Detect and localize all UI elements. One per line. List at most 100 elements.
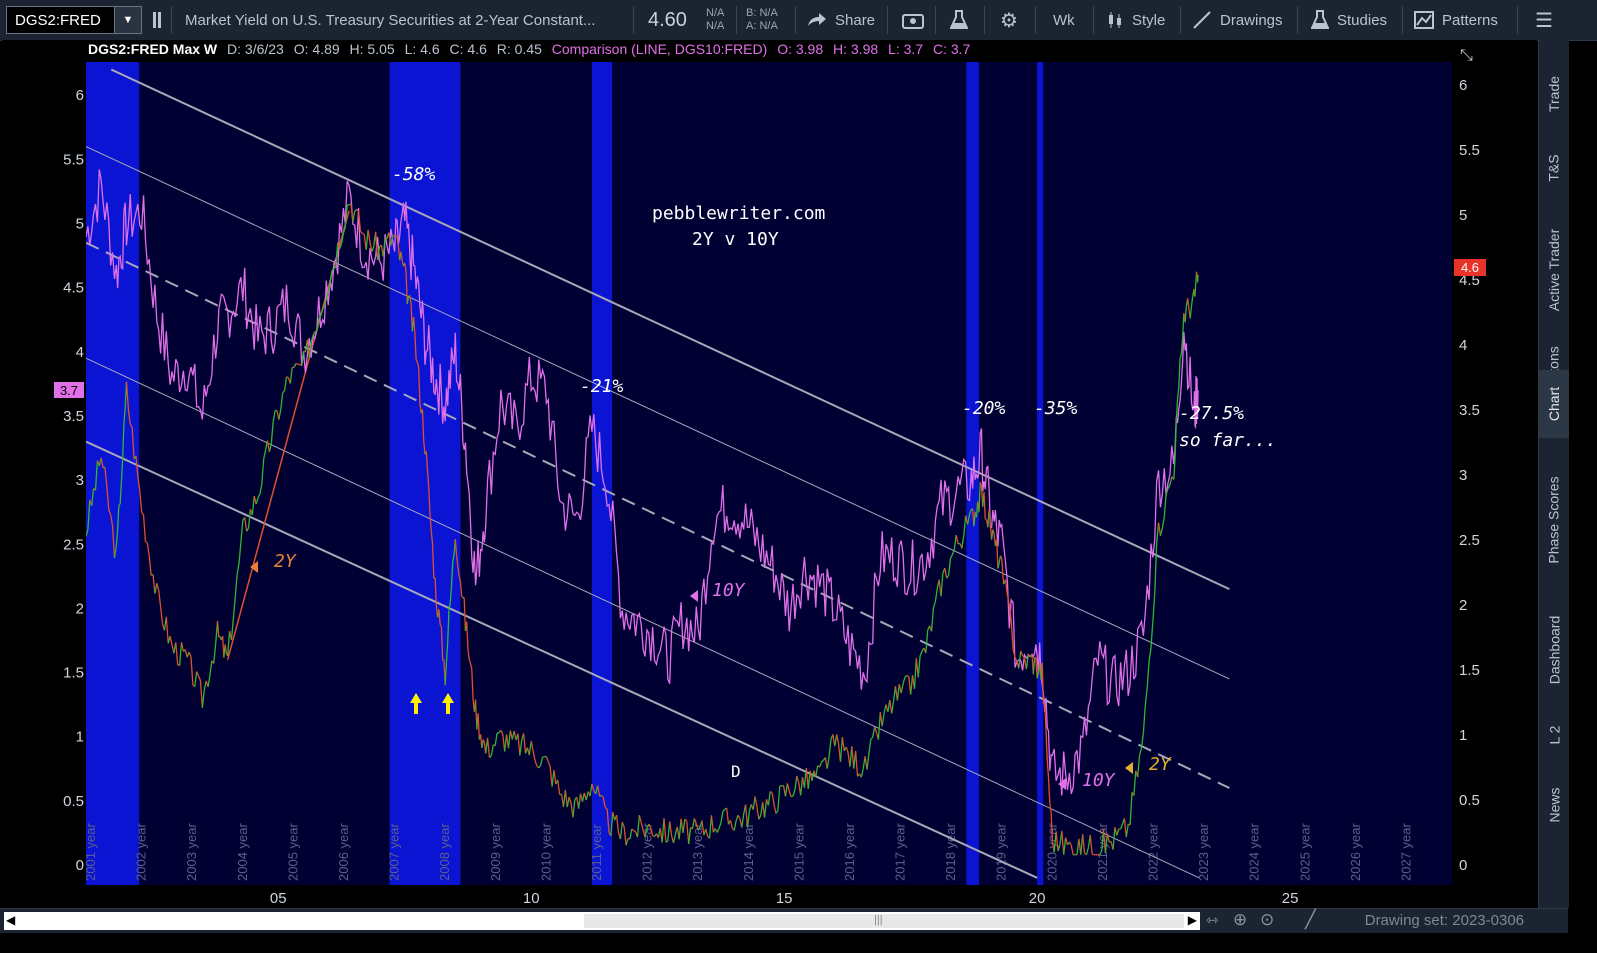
legend-comp-open: O: 3.98 bbox=[777, 41, 824, 57]
left-axis-tick: 1 bbox=[76, 729, 84, 746]
series-2y-segment bbox=[984, 518, 987, 521]
year-label: 2014 year bbox=[741, 823, 756, 881]
year-label: 2006 year bbox=[336, 823, 351, 881]
annotation-35pct: -35% bbox=[1034, 398, 1078, 419]
year-label: 2011 year bbox=[589, 823, 604, 881]
chevron-down-icon[interactable]: ▼ bbox=[114, 7, 141, 33]
link-icon[interactable] bbox=[150, 0, 164, 40]
legend-comp-low: L: 3.7 bbox=[888, 41, 924, 57]
patterns-icon bbox=[1414, 11, 1434, 29]
pencil-line-icon bbox=[1193, 11, 1211, 29]
studies-button[interactable]: Studies bbox=[1311, 0, 1387, 40]
annotation-so-far: so far... bbox=[1179, 430, 1277, 451]
scroll-thumb[interactable]: ||| bbox=[584, 914, 1184, 928]
series-2y-segment bbox=[1194, 286, 1197, 297]
year-label: 2007 year bbox=[387, 823, 402, 881]
year-label: 2023 year bbox=[1196, 823, 1211, 881]
year-label: 2025 year bbox=[1297, 823, 1312, 881]
annotation-subtitle: 2Y v 10Y bbox=[692, 229, 779, 250]
flask-icon[interactable] bbox=[950, 0, 968, 40]
scroll-left-icon[interactable]: ◀ bbox=[6, 913, 15, 927]
label-10y: 10Y bbox=[712, 580, 746, 601]
label-2y: 2Y bbox=[274, 551, 297, 572]
legend-low: L: 4.6 bbox=[404, 41, 440, 57]
right-axis-tick: 0.5 bbox=[1459, 792, 1480, 809]
legend-comparison: Comparison (LINE, DGS10:FRED) bbox=[551, 41, 768, 57]
symbol-selector[interactable]: DGS2:FRED ▼ bbox=[6, 6, 142, 34]
year-label: 2017 year bbox=[893, 823, 908, 881]
x-axis-tick: 25 bbox=[1282, 890, 1299, 907]
series-2y-segment bbox=[346, 203, 350, 206]
right-price-badge-text: 4.6 bbox=[1461, 260, 1479, 275]
x-axis-tick: 15 bbox=[776, 890, 793, 907]
screenshot-icon[interactable] bbox=[902, 0, 924, 40]
left-axis-tick: 1.5 bbox=[63, 665, 84, 682]
right-axis-tick: 1.5 bbox=[1459, 662, 1480, 679]
menu-icon[interactable]: ☰ bbox=[1535, 0, 1553, 40]
last-price: 4.60 bbox=[648, 8, 687, 31]
right-axis-tick: 3.5 bbox=[1459, 402, 1480, 419]
candlestick-icon bbox=[1109, 12, 1121, 28]
annotation-58pct: -58% bbox=[392, 164, 436, 185]
drawing-set-label[interactable]: Drawing set: 2023-0306 bbox=[1365, 912, 1524, 929]
left-axis-tick: 6 bbox=[76, 87, 84, 104]
year-label: 2005 year bbox=[285, 823, 300, 881]
plot-background bbox=[86, 62, 1452, 885]
drawings-button[interactable]: Drawings bbox=[1192, 0, 1283, 40]
legend-comp-close: C: 3.7 bbox=[932, 41, 971, 57]
annotation-27pct: -27.5% bbox=[1179, 403, 1244, 424]
collapse-icon[interactable]: ⤡ bbox=[1460, 45, 1473, 64]
legend-range: R: 0.45 bbox=[496, 41, 542, 57]
tab-active-trader[interactable]: Active Trader bbox=[1539, 210, 1569, 330]
right-axis-tick: 5.5 bbox=[1459, 142, 1480, 159]
left-axis-tick: 4.5 bbox=[63, 280, 84, 297]
series-2y-segment bbox=[496, 732, 500, 734]
tab-level-2[interactable]: L 2 bbox=[1539, 710, 1569, 760]
share-button[interactable]: Share bbox=[806, 0, 875, 40]
zoom-icon[interactable]: ⊙ bbox=[1260, 910, 1274, 930]
chart-area[interactable]: 2001 year 2002 year 2003 year 2004 year 2005… bbox=[2, 40, 1537, 908]
gear-icon[interactable]: ⚙ bbox=[1000, 0, 1018, 40]
right-axis-tick: 5 bbox=[1459, 207, 1467, 224]
left-axis-tick: 5.5 bbox=[63, 151, 84, 168]
left-axis-tick: 2.5 bbox=[63, 536, 84, 553]
year-label: 2015 year bbox=[791, 823, 806, 881]
price-chart[interactable]: 2001 year 2002 year 2003 year 2004 year 2005… bbox=[2, 40, 1537, 908]
chart-title: DGS2:FRED Max W bbox=[88, 41, 218, 57]
scroll-right-icon[interactable]: ▶ bbox=[1188, 913, 1197, 927]
tab-time-and-sales[interactable]: T&S bbox=[1539, 138, 1569, 198]
horizontal-scrollbar[interactable]: ◀ ||| ▶ bbox=[4, 912, 1200, 930]
drawing-tool-icon[interactable]: ╱ bbox=[1305, 909, 1316, 930]
patterns-button[interactable]: Patterns bbox=[1414, 0, 1498, 40]
series-2y-segment bbox=[1193, 289, 1196, 296]
style-button[interactable]: Style bbox=[1106, 0, 1165, 40]
series-2y-segment bbox=[118, 503, 121, 506]
expand-arrows-icon[interactable]: ⇿ bbox=[1206, 911, 1219, 929]
series-2y-segment bbox=[1091, 853, 1095, 856]
year-label: 2024 year bbox=[1247, 823, 1262, 881]
tab-chart[interactable]: Chart bbox=[1539, 370, 1569, 438]
left-axis-tick: 3.5 bbox=[63, 408, 84, 425]
chart-legend: DGS2:FRED Max W D: 3/6/23 O: 4.89 H: 5.0… bbox=[88, 41, 976, 61]
year-label: 2009 year bbox=[488, 823, 503, 881]
series-2y-segment bbox=[295, 362, 299, 365]
left-axis-tick: 2 bbox=[76, 600, 84, 617]
series-2y-segment bbox=[1195, 271, 1198, 276]
series-2y-segment bbox=[1194, 281, 1197, 287]
tab-phase-scores[interactable]: Phase Scores bbox=[1539, 450, 1569, 590]
annotation-d: D bbox=[731, 762, 741, 781]
right-axis-tick: 6 bbox=[1459, 77, 1467, 94]
share-icon bbox=[808, 13, 826, 26]
left-axis-tick: 5 bbox=[76, 216, 84, 233]
tab-dashboard[interactable]: Dashboard bbox=[1539, 600, 1569, 700]
legend-high: H: 5.05 bbox=[349, 41, 395, 57]
symbol-text: DGS2:FRED bbox=[15, 11, 101, 29]
crosshair-icon[interactable]: ⊕ bbox=[1233, 910, 1247, 930]
series-2y-segment bbox=[665, 840, 669, 843]
legend-close: C: 4.6 bbox=[449, 41, 487, 57]
tab-trade[interactable]: Trade bbox=[1539, 54, 1569, 134]
tab-news[interactable]: News bbox=[1539, 770, 1569, 840]
right-axis-tick: 3 bbox=[1459, 467, 1467, 484]
aggregation-button[interactable]: Wk bbox=[1053, 0, 1075, 40]
series-2y-segment bbox=[604, 807, 608, 810]
